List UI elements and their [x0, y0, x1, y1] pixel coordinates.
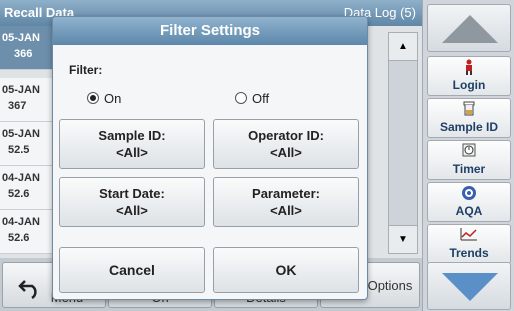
operator-id-filter-button[interactable]: Operator ID: <All> [213, 119, 359, 169]
modal-overlay: Filter Settings Filter: On Off Sample ID… [0, 0, 514, 311]
ok-button[interactable]: OK [213, 247, 359, 293]
instrument-screen: Recall Data Data Log (5) 05-JAN 366 05-J… [0, 0, 514, 311]
radio-unselected-icon [235, 92, 247, 104]
filter-on-label: On [104, 91, 122, 106]
filter-off-label: Off [252, 91, 270, 106]
filter-off-radio[interactable]: Off [235, 91, 269, 106]
start-date-filter-value: <All> [116, 203, 148, 218]
radio-selected-icon [87, 92, 99, 104]
parameter-filter-label: Parameter: [252, 186, 320, 201]
operator-id-filter-value: <All> [270, 145, 302, 160]
parameter-filter-value: <All> [270, 203, 302, 218]
filter-settings-dialog: Filter Settings Filter: On Off Sample ID… [52, 16, 368, 300]
start-date-filter-button[interactable]: Start Date: <All> [59, 177, 205, 227]
start-date-filter-label: Start Date: [99, 186, 165, 201]
sample-id-filter-button[interactable]: Sample ID: <All> [59, 119, 205, 169]
sample-id-filter-value: <All> [116, 145, 148, 160]
filter-label: Filter: [69, 63, 103, 77]
cancel-button[interactable]: Cancel [59, 247, 205, 293]
operator-id-filter-label: Operator ID: [248, 128, 324, 143]
parameter-filter-button[interactable]: Parameter: <All> [213, 177, 359, 227]
filter-on-radio[interactable]: On [87, 91, 121, 106]
sample-id-filter-label: Sample ID: [98, 128, 166, 143]
dialog-title: Filter Settings [53, 17, 367, 45]
